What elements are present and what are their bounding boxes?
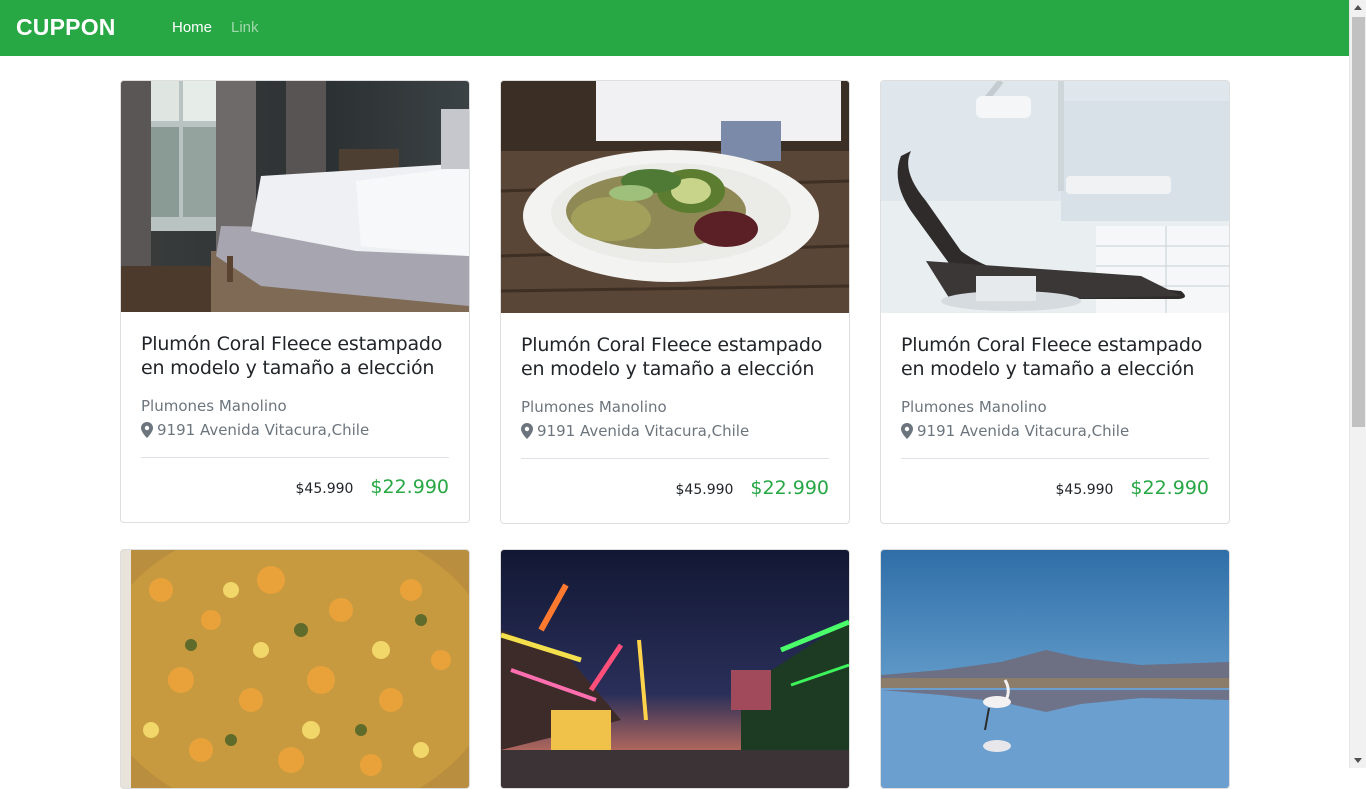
- card-title[interactable]: Plumón Coral Fleece estampado en modelo …: [901, 333, 1209, 381]
- card-title[interactable]: Plumón Coral Fleece estampado en modelo …: [521, 333, 829, 381]
- brand-logo[interactable]: CUPPON: [16, 14, 116, 41]
- merchant-name: Plumones Manolino: [141, 397, 287, 415]
- card-image-carnival[interactable]: [501, 550, 849, 788]
- scrollbar-thumb[interactable]: [1352, 17, 1365, 427]
- map-marker-icon: [521, 423, 533, 439]
- coupon-card[interactable]: Plumón Coral Fleece estampado en modelo …: [120, 80, 470, 523]
- price-row: $45.990 $22.990: [141, 476, 449, 498]
- coupon-card[interactable]: Plumón Coral Fleece estampado en modelo …: [880, 80, 1230, 524]
- card-image-dental[interactable]: [881, 81, 1229, 313]
- coupon-card[interactable]: [500, 549, 850, 789]
- address-line: 9191 Avenida Vitacura,Chile: [901, 419, 1209, 443]
- address-text: 9191 Avenida Vitacura,Chile: [917, 422, 1130, 440]
- scroll-up-arrow-icon[interactable]: [1354, 5, 1362, 10]
- discount-price: $22.990: [370, 476, 449, 498]
- card-divider: [141, 457, 449, 458]
- address-line: 9191 Avenida Vitacura,Chile: [521, 419, 829, 443]
- original-price: $45.990: [295, 481, 354, 497]
- coupon-card[interactable]: [120, 549, 470, 789]
- scroll-down-arrow-icon[interactable]: [1354, 758, 1362, 763]
- merchant-name: Plumones Manolino: [901, 398, 1047, 416]
- card-image-salad[interactable]: [501, 81, 849, 313]
- vertical-scrollbar[interactable]: [1349, 0, 1366, 768]
- discount-price: $22.990: [1130, 477, 1209, 499]
- address-line: 9191 Avenida Vitacura,Chile: [141, 418, 449, 442]
- coupon-card[interactable]: [880, 549, 1230, 789]
- original-price: $45.990: [675, 482, 734, 498]
- card-image-flamingo[interactable]: [881, 550, 1229, 788]
- nav-link-link[interactable]: Link: [231, 19, 259, 36]
- price-row: $45.990 $22.990: [521, 477, 829, 499]
- merchant-name: Plumones Manolino: [521, 398, 667, 416]
- top-navbar: CUPPON Home Link: [0, 0, 1349, 56]
- map-marker-icon: [901, 423, 913, 439]
- address-text: 9191 Avenida Vitacura,Chile: [157, 421, 370, 439]
- nav-link-home[interactable]: Home: [172, 19, 212, 36]
- price-row: $45.990 $22.990: [901, 477, 1209, 499]
- discount-price: $22.990: [750, 477, 829, 499]
- card-title[interactable]: Plumón Coral Fleece estampado en modelo …: [141, 332, 449, 380]
- card-divider: [521, 458, 829, 459]
- card-image-stew[interactable]: [121, 550, 469, 788]
- address-text: 9191 Avenida Vitacura,Chile: [537, 422, 750, 440]
- card-image-bedroom[interactable]: [121, 81, 469, 312]
- original-price: $45.990: [1055, 482, 1114, 498]
- card-divider: [901, 458, 1209, 459]
- coupon-card[interactable]: Plumón Coral Fleece estampado en modelo …: [500, 80, 850, 524]
- map-marker-icon: [141, 422, 153, 438]
